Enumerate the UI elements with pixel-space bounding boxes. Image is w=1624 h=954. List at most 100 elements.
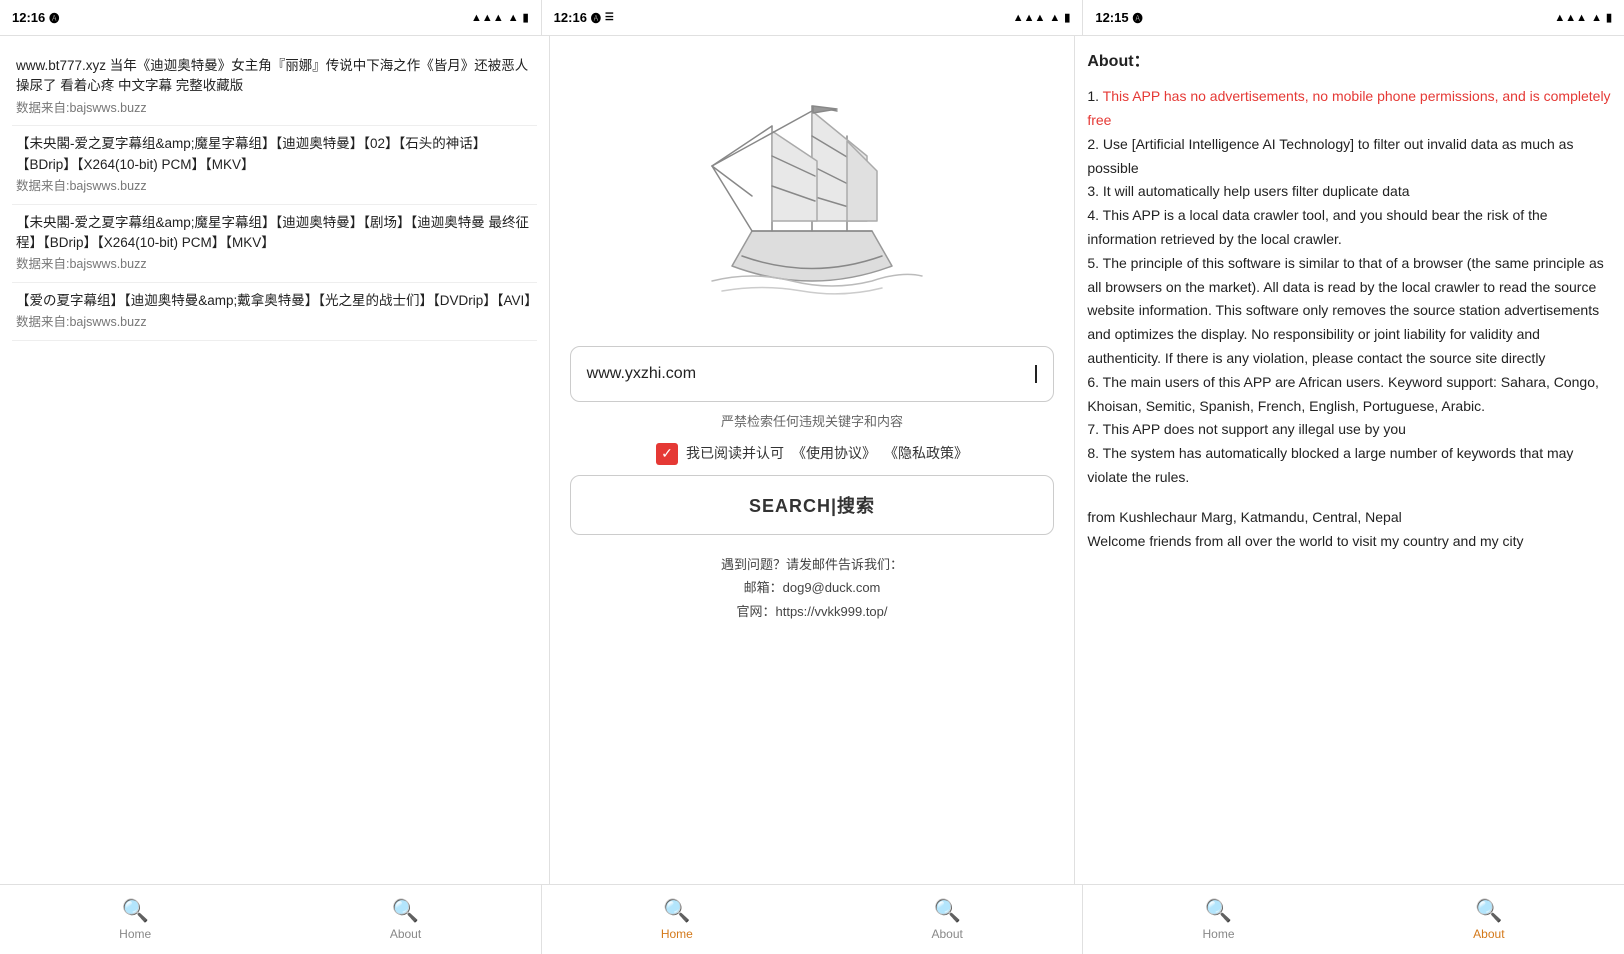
about-number-7: 7. xyxy=(1087,421,1102,437)
agreement-row[interactable]: ✓ 我已阅读并认可 《使用协议》 《隐私政策》 xyxy=(656,442,968,464)
sim-icon-left: 🅐 xyxy=(49,10,59,25)
result-source: 数据来自:bajswws.buzz xyxy=(16,99,533,118)
right-panel: About： 1. This APP has no advertisements… xyxy=(1075,36,1624,884)
middle-panel: www.yxzhi.com 严禁检索任何违规关键字和内容 ✓ 我已阅读并认可 《… xyxy=(550,36,1076,884)
about-footer-line2: Welcome friends from all over the world … xyxy=(1087,530,1612,554)
about-text-4: This APP is a local data crawler tool, a… xyxy=(1087,207,1547,247)
list-item[interactable]: 【未央閣-爱之夏字幕组&amp;魔星字幕组】【迪迦奥特曼】【02】【石头的神话】… xyxy=(12,126,537,204)
list-item[interactable]: 【未央閣-爱之夏字幕组&amp;魔星字幕组】【迪迦奥特曼】【剧场】【迪迦奥特曼 … xyxy=(12,205,537,283)
time-right: 12:15 xyxy=(1095,10,1128,25)
nav-section-left: 🔍 Home 🔍 About xyxy=(0,885,542,954)
result-text: www.bt777.xyz 当年《迪迦奥特曼》女主角『丽娜』传说中下海之作《皆月… xyxy=(16,56,533,97)
nav-section-middle: 🔍 Home 🔍 About xyxy=(542,885,1084,954)
signal-middle: ▲▲▲ xyxy=(1013,12,1046,24)
about-search-icon-right: 🔍 xyxy=(1475,898,1502,924)
status-bars: 12:16 🅐 ▲▲▲ ▲ ▮ 12:16 🅐 ☰ ▲▲▲ ▲ ▮ 12:15 … xyxy=(0,0,1624,36)
signal-right: ▲▲▲ xyxy=(1554,12,1587,24)
status-bar-left: 12:16 🅐 ▲▲▲ ▲ ▮ xyxy=(0,0,541,36)
result-source: 数据来自:bajswws.buzz xyxy=(16,313,533,332)
sim-icon-middle: 🅐 xyxy=(591,10,601,25)
battery-middle: ▮ xyxy=(1064,11,1070,24)
about-item-1: 1. This APP has no advertisements, no mo… xyxy=(1087,85,1612,133)
agreement2-link[interactable]: 《隐私政策》 xyxy=(884,442,968,464)
nav-about-label-right: About xyxy=(1473,927,1504,941)
about-search-icon-left: 🔍 xyxy=(392,898,419,924)
status-bar-middle: 12:16 🅐 ☰ ▲▲▲ ▲ ▮ xyxy=(541,0,1084,36)
about-item-8: 8. The system has automatically blocked … xyxy=(1087,442,1612,490)
nav-home-middle[interactable]: 🔍 Home xyxy=(542,885,812,954)
list-item[interactable]: 【爱の夏字幕组】【迪迦奥特曼&amp;戴拿奥特曼】【光之星的战士们】【DVDri… xyxy=(12,283,537,341)
nav-about-middle[interactable]: 🔍 About xyxy=(812,885,1082,954)
result-text: 【未央閣-爱之夏字幕组&amp;魔星字幕组】【迪迦奥特曼】【02】【石头的神话】… xyxy=(16,134,533,175)
nav-home-label-right: Home xyxy=(1203,927,1235,941)
result-source: 数据来自:bajswws.buzz xyxy=(16,255,533,274)
left-panel: www.bt777.xyz 当年《迪迦奥特曼》女主角『丽娜』传说中下海之作《皆月… xyxy=(0,36,550,884)
about-title: About： xyxy=(1087,48,1612,75)
about-text-8: The system has automatically blocked a l… xyxy=(1087,445,1573,485)
about-number-3: 3. xyxy=(1087,183,1103,199)
about-number-5: 5. xyxy=(1087,255,1102,271)
about-item-2: 2. Use [Artificial Intelligence AI Techn… xyxy=(1087,133,1612,181)
nav-about-label-middle: About xyxy=(932,927,963,941)
result-source: 数据来自:bajswws.buzz xyxy=(16,177,533,196)
about-number-8: 8. xyxy=(1087,445,1102,461)
wifi-left: ▲ xyxy=(508,12,519,24)
about-text-3: It will automatically help users filter … xyxy=(1103,183,1410,199)
about-item-4: 4. This APP is a local data crawler tool… xyxy=(1087,204,1612,252)
nav-home-label-middle: Home xyxy=(661,927,693,941)
search-area: www.yxzhi.com 严禁检索任何违规关键字和内容 ✓ 我已阅读并认可 《… xyxy=(550,346,1075,623)
about-number-4: 4. xyxy=(1087,207,1102,223)
about-text-7: This APP does not support any illegal us… xyxy=(1103,421,1406,437)
battery-left: ▮ xyxy=(523,11,529,24)
status-bar-right: 12:15 🅐 ▲▲▲ ▲ ▮ xyxy=(1083,0,1624,36)
about-item-5: 5. The principle of this software is sim… xyxy=(1087,252,1612,371)
nav-home-right[interactable]: 🔍 Home xyxy=(1083,885,1353,954)
bottom-nav: 🔍 Home 🔍 About 🔍 Home 🔍 About 🔍 Home 🔍 A… xyxy=(0,884,1624,954)
about-number-2: 2. xyxy=(1087,136,1103,152)
nav-about-right[interactable]: 🔍 About xyxy=(1354,885,1624,954)
sim-icon-right: 🅐 xyxy=(1133,10,1143,25)
about-text-6: The main users of this APP are African u… xyxy=(1087,374,1599,414)
battery-right: ▮ xyxy=(1606,11,1612,24)
main-content: www.bt777.xyz 当年《迪迦奥特曼》女主角『丽娜』传说中下海之作《皆月… xyxy=(0,36,1624,884)
about-item-6: 6. The main users of this APP are Africa… xyxy=(1087,371,1612,419)
about-number-6: 6. xyxy=(1087,374,1102,390)
email-info: 邮箱：dog9@duck.com xyxy=(721,576,903,599)
time-left: 12:16 xyxy=(12,10,45,25)
about-item-3: 3. It will automatically help users filt… xyxy=(1087,180,1612,204)
wifi-right: ▲ xyxy=(1591,12,1602,24)
wifi-middle: ▲ xyxy=(1049,12,1060,24)
ship-image xyxy=(550,36,1075,346)
about-footer-line1: from Kushlechaur Marg, Katmandu, Central… xyxy=(1087,506,1612,530)
home-search-icon-left: 🔍 xyxy=(121,898,148,924)
nav-about-left[interactable]: 🔍 About xyxy=(270,885,540,954)
about-search-icon-middle: 🔍 xyxy=(933,898,960,924)
search-button[interactable]: SEARCH|搜索 xyxy=(570,475,1055,535)
signal-left: ▲▲▲ xyxy=(471,12,504,24)
home-search-icon-middle: 🔍 xyxy=(663,898,690,924)
nav-home-left[interactable]: 🔍 Home xyxy=(0,885,270,954)
result-text: 【爱の夏字幕组】【迪迦奥特曼&amp;戴拿奥特曼】【光之星的战士们】【DVDri… xyxy=(16,291,533,311)
about-number-1: 1. xyxy=(1087,88,1102,104)
about-text-2: Use [Artificial Intelligence AI Technolo… xyxy=(1087,136,1573,176)
about-item-7: 7. This APP does not support any illegal… xyxy=(1087,418,1612,442)
agreement1-link[interactable]: 《使用协议》 xyxy=(792,442,876,464)
sim2-icon-middle: ☰ xyxy=(605,12,614,23)
warning-text: 严禁检索任何违规关键字和内容 xyxy=(721,412,903,433)
ship-svg xyxy=(672,56,952,336)
nav-section-right: 🔍 Home 🔍 About xyxy=(1083,885,1624,954)
nav-home-label-left: Home xyxy=(119,927,151,941)
home-search-icon-right: 🔍 xyxy=(1205,898,1232,924)
checkbox-icon[interactable]: ✓ xyxy=(656,443,678,465)
nav-about-label-left: About xyxy=(390,927,421,941)
search-input-wrap[interactable]: www.yxzhi.com xyxy=(570,346,1055,402)
contact-info: 遇到问题？请发邮件告诉我们： 邮箱：dog9@duck.com 官网：https… xyxy=(721,553,903,623)
time-middle: 12:16 xyxy=(554,10,587,25)
about-content: 1. This APP has no advertisements, no mo… xyxy=(1087,85,1612,490)
about-text-1: This APP has no advertisements, no mobil… xyxy=(1087,88,1610,128)
about-text-5: The principle of this software is simila… xyxy=(1087,255,1603,366)
about-footer: from Kushlechaur Marg, Katmandu, Central… xyxy=(1087,506,1612,554)
search-input[interactable]: www.yxzhi.com xyxy=(587,361,1035,387)
result-text: 【未央閣-爱之夏字幕组&amp;魔星字幕组】【迪迦奥特曼】【剧场】【迪迦奥特曼 … xyxy=(16,213,533,254)
list-item[interactable]: www.bt777.xyz 当年《迪迦奥特曼》女主角『丽娜』传说中下海之作《皆月… xyxy=(12,48,537,126)
